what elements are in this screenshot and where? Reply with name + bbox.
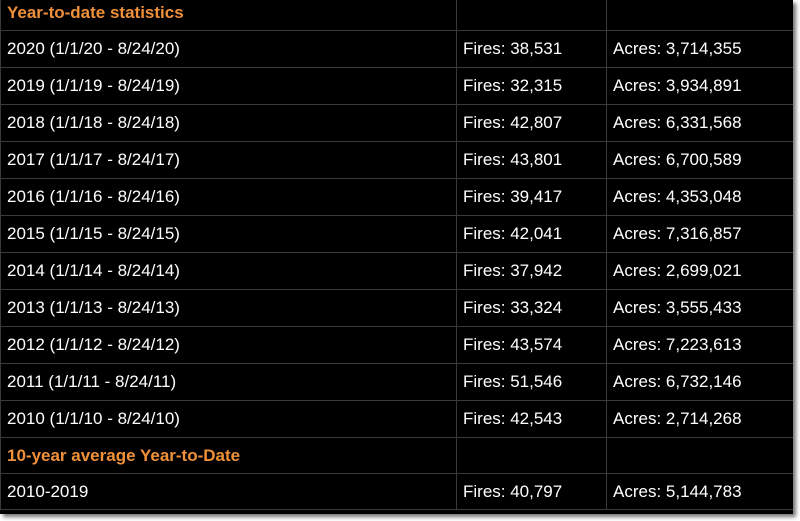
- table-row: 2020 (1/1/20 - 8/24/20) Fires: 38,531 Ac…: [0, 30, 793, 68]
- fires-cell: Fires: 39,417: [456, 178, 607, 216]
- acres-cell: Acres: 6,700,589: [606, 141, 793, 179]
- period-cell: 2010 (1/1/10 - 8/24/10): [0, 400, 457, 438]
- acres-cell: Acres: 7,223,613: [606, 326, 793, 364]
- acres-cell: Acres: 7,316,857: [606, 215, 793, 253]
- period-cell: 2017 (1/1/17 - 8/24/17): [0, 141, 457, 179]
- period-cell: 2016 (1/1/16 - 8/24/16): [0, 178, 457, 216]
- statistics-panel: Year-to-date statistics 2020 (1/1/20 - 8…: [0, 0, 793, 514]
- fires-cell: Fires: 43,801: [456, 141, 607, 179]
- period-cell: 2011 (1/1/11 - 8/24/11): [0, 363, 457, 401]
- fires-cell: Fires: 37,942: [456, 252, 607, 290]
- acres-cell: Acres: 2,699,021: [606, 252, 793, 290]
- section-title-ytd: Year-to-date statistics: [0, 0, 457, 31]
- section-header-spacer: [456, 0, 607, 31]
- acres-cell: Acres: 3,714,355: [606, 30, 793, 68]
- average-period-cell: 2010-2019: [0, 473, 457, 510]
- period-cell: 2018 (1/1/18 - 8/24/18): [0, 104, 457, 142]
- fires-cell: Fires: 42,543: [456, 400, 607, 438]
- section-header-average: 10-year average Year-to-Date: [0, 437, 793, 474]
- fires-cell: Fires: 33,324: [456, 289, 607, 327]
- period-cell: 2015 (1/1/15 - 8/24/15): [0, 215, 457, 253]
- table-row: 2015 (1/1/15 - 8/24/15) Fires: 42,041 Ac…: [0, 215, 793, 253]
- period-cell: 2019 (1/1/19 - 8/24/19): [0, 67, 457, 105]
- fires-cell: Fires: 42,041: [456, 215, 607, 253]
- average-acres-cell: Acres: 5,144,783: [606, 473, 793, 510]
- acres-cell: Acres: 6,331,568: [606, 104, 793, 142]
- acres-cell: Acres: 3,934,891: [606, 67, 793, 105]
- fires-cell: Fires: 51,546: [456, 363, 607, 401]
- fire-statistics-table: Year-to-date statistics 2020 (1/1/20 - 8…: [0, 0, 793, 510]
- table-row: 2017 (1/1/17 - 8/24/17) Fires: 43,801 Ac…: [0, 141, 793, 179]
- acres-cell: Acres: 2,714,268: [606, 400, 793, 438]
- fires-cell: Fires: 38,531: [456, 30, 607, 68]
- period-cell: 2012 (1/1/12 - 8/24/12): [0, 326, 457, 364]
- fires-cell: Fires: 32,315: [456, 67, 607, 105]
- table-row: 2011 (1/1/11 - 8/24/11) Fires: 51,546 Ac…: [0, 363, 793, 401]
- section-title-average: 10-year average Year-to-Date: [0, 437, 457, 474]
- section-header-spacer: [606, 437, 793, 474]
- acres-cell: Acres: 4,353,048: [606, 178, 793, 216]
- section-header-ytd: Year-to-date statistics: [0, 0, 793, 31]
- average-row: 2010-2019 Fires: 40,797 Acres: 5,144,783: [0, 473, 793, 510]
- table-row: 2012 (1/1/12 - 8/24/12) Fires: 43,574 Ac…: [0, 326, 793, 364]
- acres-cell: Acres: 3,555,433: [606, 289, 793, 327]
- period-cell: 2020 (1/1/20 - 8/24/20): [0, 30, 457, 68]
- table-row: 2018 (1/1/18 - 8/24/18) Fires: 42,807 Ac…: [0, 104, 793, 142]
- period-cell: 2014 (1/1/14 - 8/24/14): [0, 252, 457, 290]
- fires-cell: Fires: 42,807: [456, 104, 607, 142]
- table-row: 2014 (1/1/14 - 8/24/14) Fires: 37,942 Ac…: [0, 252, 793, 290]
- table-row: 2013 (1/1/13 - 8/24/13) Fires: 33,324 Ac…: [0, 289, 793, 327]
- period-cell: 2013 (1/1/13 - 8/24/13): [0, 289, 457, 327]
- average-fires-cell: Fires: 40,797: [456, 473, 607, 510]
- section-header-spacer: [456, 437, 607, 474]
- acres-cell: Acres: 6,732,146: [606, 363, 793, 401]
- table-row: 2019 (1/1/19 - 8/24/19) Fires: 32,315 Ac…: [0, 67, 793, 105]
- table-row: 2016 (1/1/16 - 8/24/16) Fires: 39,417 Ac…: [0, 178, 793, 216]
- fires-cell: Fires: 43,574: [456, 326, 607, 364]
- section-header-spacer: [606, 0, 793, 31]
- table-row: 2010 (1/1/10 - 8/24/10) Fires: 42,543 Ac…: [0, 400, 793, 438]
